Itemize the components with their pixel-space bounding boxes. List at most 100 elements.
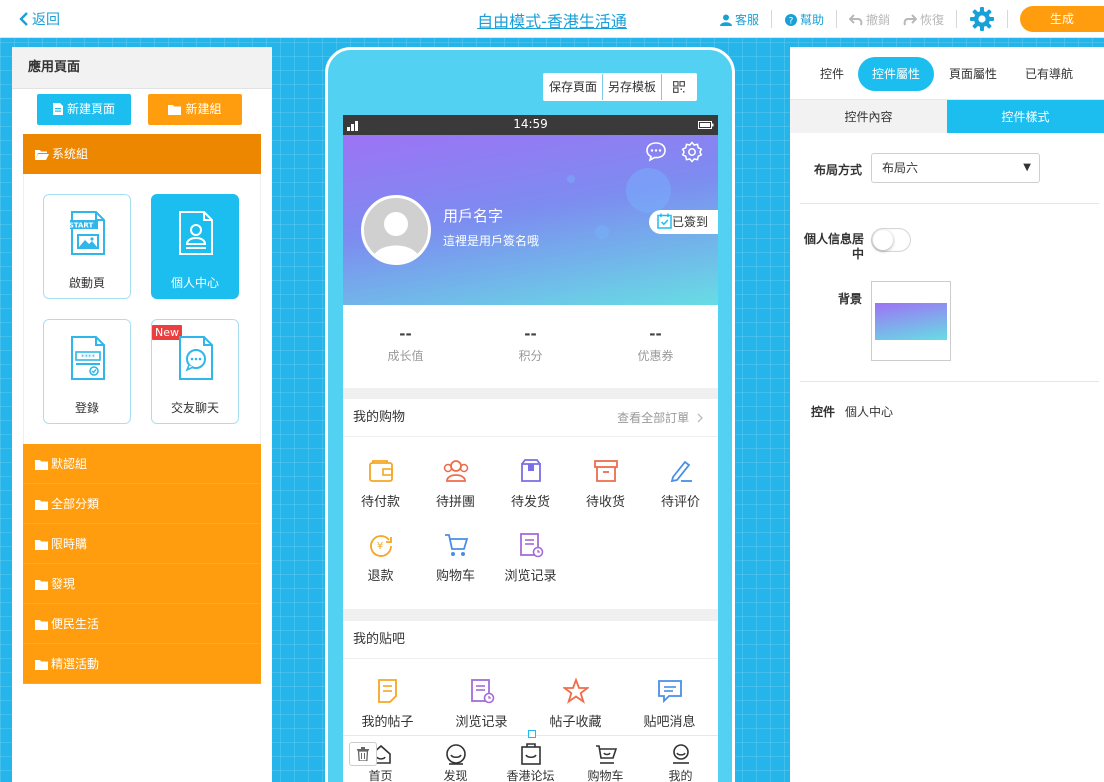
history-doc-icon [470, 679, 494, 704]
divider [771, 10, 772, 28]
avatar[interactable] [361, 195, 431, 265]
control-name: 個人中心 [845, 405, 894, 419]
tab-control-properties[interactable]: 控件屬性 [858, 57, 934, 91]
qrcode-button[interactable] [662, 74, 696, 100]
subtab-control-style[interactable]: 控件樣式 [947, 100, 1104, 133]
new-page-button[interactable]: 新建頁面 [37, 94, 131, 125]
stat-points[interactable]: -- 积分 [468, 325, 593, 364]
view-all-orders-link[interactable]: 查看全部訂單 [617, 399, 704, 437]
stat-growth[interactable]: -- 成长值 [343, 325, 468, 364]
chevron-right-icon [697, 413, 703, 423]
calendar-check-icon [657, 213, 672, 229]
order-pending-shipment[interactable]: 待发货 [493, 457, 568, 510]
center-info-toggle[interactable] [871, 228, 911, 252]
my-posts[interactable]: 我的帖子 [350, 677, 425, 730]
panel-title: 應用頁面 [12, 47, 272, 89]
order-pending-payment[interactable]: 待付款 [343, 457, 418, 510]
my-shopping-section: 我的购物 查看全部訂單 待付款 待拼團 待发货 待收货 待评价 ¥ 退款 购物车 … [343, 399, 718, 609]
group-all-categories[interactable]: 全部分類 [23, 484, 261, 524]
section-title: 我的购物 [353, 410, 406, 425]
group-flash-sale[interactable]: 限時購 [23, 524, 261, 564]
settings-gear-icon[interactable] [970, 7, 994, 31]
group-featured-events[interactable]: 精選活動 [23, 644, 261, 684]
svg-text:¥: ¥ [376, 541, 382, 552]
folder-icon [35, 540, 48, 550]
section-title: 我的贴吧 [353, 632, 406, 647]
tieba-messages[interactable]: 贴吧消息 [632, 677, 707, 730]
view-all-label: 查看全部訂單 [617, 411, 690, 425]
item-label: 待付款 [360, 495, 400, 510]
background-label: 背景 [837, 292, 862, 306]
back-button[interactable]: 返回 [18, 9, 60, 29]
group-convenience[interactable]: 便民生活 [23, 604, 261, 644]
tab-cart[interactable]: 购物车 [568, 736, 643, 782]
battery-icon [698, 121, 714, 129]
background-preview [875, 303, 947, 340]
caret-down-icon: ▼ [1023, 162, 1031, 173]
layout-label: 布局方式 [813, 163, 862, 177]
forum-icon [520, 743, 541, 765]
decor-bubble [567, 175, 575, 183]
message-icon[interactable] [645, 141, 667, 163]
system-group-pages: START 啟動頁 個人中心 **** 登錄 New 交友聊天 [23, 174, 261, 444]
save-page-button[interactable]: 保存頁面 [544, 74, 604, 100]
group-discover[interactable]: 發現 [23, 564, 261, 604]
page-card-chat[interactable]: New 交友聊天 [151, 319, 239, 424]
item-label: 待发货 [510, 495, 550, 510]
redo-button[interactable]: 恢復 [903, 11, 944, 28]
tab-hk-forum[interactable]: 香港论坛 [493, 736, 568, 782]
group-users-icon [443, 460, 468, 482]
status-time: 14:59 [513, 117, 548, 131]
tab-page-properties[interactable]: 頁面屬性 [940, 57, 1006, 91]
stat-label: 积分 [518, 349, 543, 363]
settings-icon[interactable] [681, 141, 703, 163]
order-group-buy[interactable]: 待拼團 [418, 457, 493, 510]
checkin-button[interactable]: 已簽到 [649, 210, 718, 234]
tab-discover[interactable]: 发现 [418, 736, 493, 782]
toggle-knob [873, 230, 893, 250]
order-pending-review[interactable]: 待评价 [643, 457, 718, 510]
user-stats: -- 成长值 -- 积分 -- 优惠券 [343, 305, 718, 388]
subtab-control-content[interactable]: 控件內容 [790, 100, 947, 133]
item-label: 待评价 [660, 495, 700, 510]
profile-header[interactable]: 已簽到 用戶名字 這裡是用戶簽名哦 [343, 135, 718, 305]
customer-service-button[interactable]: 客服 [720, 11, 759, 28]
undo-button[interactable]: 撤銷 [848, 11, 890, 28]
stat-coupons[interactable]: -- 优惠券 [593, 325, 718, 364]
divider [800, 381, 1099, 382]
group-label: 發現 [51, 577, 76, 591]
save-template-button[interactable]: 另存模板 [603, 74, 663, 100]
tab-mine[interactable]: 我的 [643, 736, 718, 782]
post-favorites[interactable]: 帖子收藏 [538, 677, 613, 730]
background-image-picker[interactable] [871, 281, 951, 361]
package-icon [593, 460, 618, 482]
group-system[interactable]: 系统組 [23, 134, 261, 174]
layout-select[interactable]: 布局六 ▼ [871, 153, 1040, 183]
help-label: 幫助 [800, 13, 825, 27]
service-label: 客服 [735, 13, 760, 27]
page-card-personal-center[interactable]: 個人中心 [151, 194, 239, 299]
order-refund[interactable]: ¥ 退款 [343, 531, 418, 584]
undo-icon [848, 14, 863, 26]
group-default[interactable]: 默認組 [23, 444, 261, 484]
tab-label: 发现 [443, 769, 468, 782]
new-group-label: 新建組 [185, 102, 222, 116]
help-button[interactable]: ? 幫助 [785, 11, 824, 28]
shopping-cart[interactable]: 购物车 [418, 531, 493, 584]
tab-existing-nav[interactable]: 已有導航 [1016, 57, 1082, 91]
page-card-login[interactable]: **** 登錄 [43, 319, 131, 424]
tieba-browse-history[interactable]: 浏览记录 [444, 677, 519, 730]
new-group-button[interactable]: 新建組 [148, 94, 242, 125]
center-info-label: 個人信息居中 [803, 232, 864, 261]
refund-yen-icon: ¥ [369, 535, 392, 557]
user-signature: 這裡是用戶簽名哦 [443, 234, 540, 248]
delete-component-button[interactable] [349, 742, 377, 766]
tab-controls[interactable]: 控件 [808, 57, 856, 91]
page-card-start[interactable]: START 啟動頁 [43, 194, 131, 299]
browse-history[interactable]: 浏览记录 [493, 531, 568, 584]
order-pending-receipt[interactable]: 待收货 [568, 457, 643, 510]
generate-button[interactable]: 生成 [1020, 6, 1104, 32]
group-label: 系统組 [52, 147, 89, 161]
default-avatar-icon [372, 212, 420, 262]
item-label: 待拼團 [435, 495, 475, 510]
